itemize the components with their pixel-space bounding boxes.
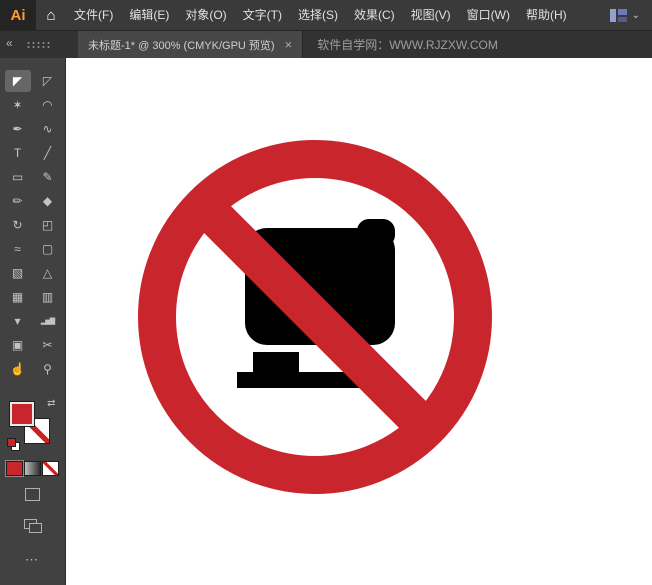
- menu-object[interactable]: 对象(O): [177, 0, 234, 30]
- selection-tool[interactable]: ◤: [5, 70, 31, 92]
- document-tab-title: 未标题-1* @ 300% (CMYK/GPU 预览): [88, 37, 275, 53]
- swap-fill-stroke-icon[interactable]: ⇄: [47, 398, 55, 409]
- tool-panel-header: «: [0, 31, 70, 58]
- eraser-tool[interactable]: ◆: [35, 190, 61, 212]
- width-tool[interactable]: ≈: [5, 238, 31, 260]
- canvas[interactable]: [66, 58, 652, 585]
- drawing-mode-row: [0, 488, 65, 506]
- artboard-tool[interactable]: ▣: [5, 334, 31, 356]
- menu-effect[interactable]: 效果(C): [346, 0, 403, 30]
- line-segment-tool[interactable]: ╱: [35, 142, 61, 164]
- menu-edit[interactable]: 编辑(E): [121, 0, 177, 30]
- home-button[interactable]: ⌂: [36, 0, 66, 30]
- workspace-switcher-icon[interactable]: [610, 9, 627, 22]
- pencil-tool[interactable]: ✏: [5, 190, 31, 212]
- free-transform-tool[interactable]: ▢: [35, 238, 61, 260]
- fill-color-swatch[interactable]: [10, 402, 34, 426]
- zoom-tool[interactable]: ⚲: [35, 358, 61, 380]
- artwork-prohibition-sign[interactable]: [135, 137, 495, 497]
- menu-bar: Ai ⌂ 文件(F) 编辑(E) 对象(O) 文字(T) 选择(S) 效果(C)…: [0, 0, 652, 31]
- perspective-grid-tool[interactable]: △: [35, 262, 61, 284]
- menu-help[interactable]: 帮助(H): [518, 0, 575, 30]
- type-tool[interactable]: T: [5, 142, 31, 164]
- paintbrush-tool[interactable]: ✎: [35, 166, 61, 188]
- menu-file[interactable]: 文件(F): [66, 0, 121, 30]
- drawing-mode-icon[interactable]: [25, 488, 40, 501]
- document-tab[interactable]: 未标题-1* @ 300% (CMYK/GPU 预览) ×: [78, 31, 303, 58]
- rotate-tool[interactable]: ↻: [5, 214, 31, 236]
- gradient-tool[interactable]: ▥: [35, 286, 61, 308]
- color-type-buttons: [0, 462, 65, 475]
- menu-window[interactable]: 窗口(W): [459, 0, 518, 30]
- gradient-button[interactable]: [25, 462, 40, 475]
- direct-selection-tool[interactable]: ◸: [35, 70, 61, 92]
- eyedropper-tool[interactable]: ▾: [5, 310, 31, 332]
- tools-grid: ◤ ◸ ✶ ◠ ✒ ∿ T ╱ ▭ ✎ ✏ ◆ ↻ ◰ ≈ ▢ ▧ △ ▦ ▥ …: [0, 70, 65, 380]
- shape-builder-tool[interactable]: ▧: [5, 262, 31, 284]
- panel-drag-handle[interactable]: [26, 41, 52, 48]
- curvature-tool[interactable]: ∿: [35, 118, 61, 140]
- tool-panel: ◤ ◸ ✶ ◠ ✒ ∿ T ╱ ▭ ✎ ✏ ◆ ↻ ◰ ≈ ▢ ▧ △ ▦ ▥ …: [0, 58, 66, 585]
- watermark-text: 软件自学网：WWW.RJZXW.COM: [317, 36, 498, 53]
- default-fill-stroke-icon[interactable]: [8, 439, 20, 451]
- magic-wand-tool[interactable]: ✶: [5, 94, 31, 116]
- rectangle-tool[interactable]: ▭: [5, 166, 31, 188]
- color-button[interactable]: [7, 462, 22, 475]
- screen-mode-icon[interactable]: [24, 519, 42, 533]
- column-graph-tool[interactable]: ▂▅▇: [35, 310, 61, 332]
- menu-type[interactable]: 文字(T): [235, 0, 290, 30]
- home-icon: ⌂: [46, 7, 55, 24]
- collapse-panel-icon[interactable]: «: [6, 36, 13, 50]
- pen-tool[interactable]: ✒: [5, 118, 31, 140]
- edit-toolbar-button[interactable]: ⋯: [0, 552, 65, 568]
- mesh-tool[interactable]: ▦: [5, 286, 31, 308]
- none-button[interactable]: [43, 462, 58, 475]
- tab-strip: « 未标题-1* @ 300% (CMYK/GPU 预览) × 软件自学网：WW…: [0, 31, 652, 58]
- tab-close-icon[interactable]: ×: [285, 37, 293, 52]
- fill-stroke-widget: ⇄: [10, 398, 56, 448]
- slice-tool[interactable]: ✂: [35, 334, 61, 356]
- menu-select[interactable]: 选择(S): [290, 0, 346, 30]
- menu-view[interactable]: 视图(V): [403, 0, 459, 30]
- scale-tool[interactable]: ◰: [35, 214, 61, 236]
- app-logo[interactable]: Ai: [0, 0, 36, 30]
- screen-mode-row: [0, 519, 65, 538]
- chevron-down-icon[interactable]: ⌄: [632, 10, 640, 21]
- lasso-tool[interactable]: ◠: [35, 94, 61, 116]
- hand-tool[interactable]: ☝: [5, 358, 31, 380]
